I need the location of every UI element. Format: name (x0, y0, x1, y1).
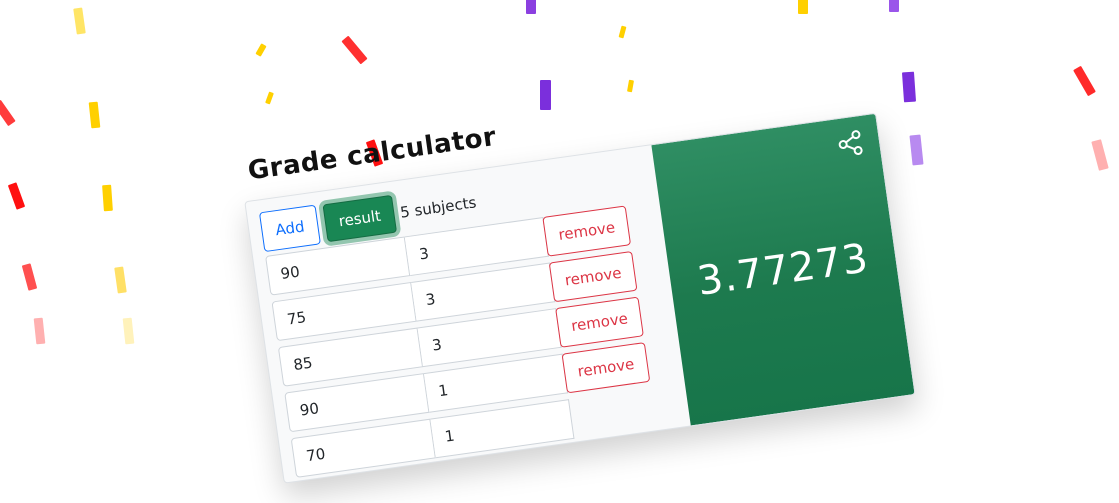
remove-button[interactable]: remove (561, 342, 651, 394)
confetti-piece (1091, 139, 1109, 171)
confetti-piece (33, 317, 46, 345)
confetti-piece (889, 0, 899, 12)
result-button[interactable]: result (322, 194, 398, 243)
subject-count: 5 subjects (399, 193, 478, 222)
confetti-piece (901, 71, 917, 103)
remove-button[interactable]: remove (555, 296, 644, 348)
result-value: 3.77273 (694, 234, 872, 305)
grade-calculator-panel: Grade calculator Add result 5 subjects r… (238, 69, 916, 484)
confetti-piece (618, 25, 627, 39)
confetti-piece (114, 266, 127, 294)
confetti-piece (526, 0, 536, 14)
confetti-piece (798, 0, 808, 14)
confetti-piece (909, 134, 924, 166)
subjects-form: Add result 5 subjects remove remove (258, 159, 677, 484)
confetti-piece (626, 79, 635, 93)
confetti-piece (88, 101, 101, 129)
confetti-piece (265, 91, 274, 105)
confetti-piece (1073, 65, 1096, 97)
subject-list: remove remove remove remove (265, 203, 676, 478)
confetti-piece (341, 35, 368, 65)
confetti-piece (122, 317, 135, 345)
add-button[interactable]: Add (258, 204, 321, 253)
confetti-piece (540, 80, 551, 110)
confetti-piece (21, 263, 38, 291)
result-panel: 3.77273 (651, 113, 915, 426)
confetti-piece (0, 99, 16, 127)
confetti-piece (7, 182, 26, 210)
remove-button[interactable]: remove (542, 205, 632, 257)
confetti-piece (255, 43, 267, 57)
confetti-piece (102, 184, 113, 212)
remove-button[interactable]: remove (548, 250, 638, 303)
confetti-piece (73, 7, 86, 35)
